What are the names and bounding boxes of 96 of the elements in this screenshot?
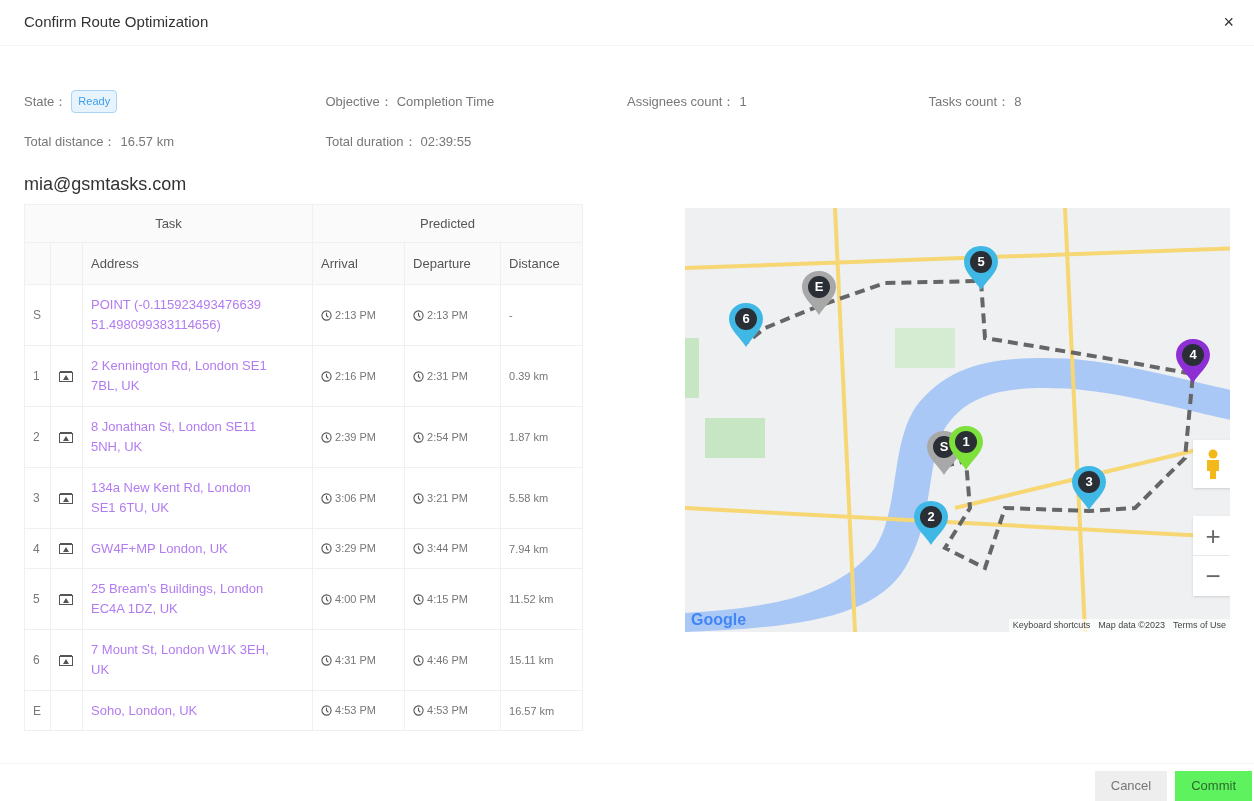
clock-icon [321,370,333,382]
clock-icon [321,543,333,554]
marker-label: 4 [1188,346,1198,365]
marker-label: E [813,278,825,297]
dialog-title: Confirm Route Optimization [24,12,209,33]
clock-icon [413,309,425,321]
address-link[interactable]: 7 Mount St, London W1K 3EH, UK [91,640,305,680]
departure-time: 3:44 PM [427,541,468,557]
arrival-time: 2:39 PM [335,429,376,445]
clock-icon [321,705,333,716]
attribution-link[interactable]: Keyboard shortcuts [1012,618,1091,632]
zoom-in-button[interactable]: + [1193,516,1230,556]
row-index: 5 [33,592,40,606]
address-link[interactable]: 2 Kennington Rd, London SE1 7BL, UK [91,356,305,396]
clock-icon [413,593,425,605]
attribution-link[interactable]: Terms of Use [1173,618,1226,632]
marker-label: 6 [741,310,751,329]
marker-label: 3 [1084,473,1094,492]
departure-time: 4:15 PM [427,591,468,607]
address-link[interactable]: 134a New Kent Rd, London SE1 6TU, UK [91,478,305,518]
address-link[interactable]: POINT (-0.115923493476639 51.498099383114656) [91,295,305,335]
address-link[interactable]: Soho, London, UK [91,700,305,721]
arrival-time: 3:06 PM [335,490,376,506]
distance-value: 5.58 km [509,492,549,504]
park-area [895,328,956,368]
status-badge: Ready [71,90,118,113]
departure-time: 4:53 PM [427,703,468,719]
distance-value: 15.11 km [509,654,554,666]
clock-icon [413,543,425,554]
field-label: Objective： [325,92,393,111]
marker-label: 1 [961,433,971,452]
arrival-time: 2:16 PM [335,368,376,384]
park-area [685,338,700,398]
field-value: 16.57 km [120,132,174,151]
arrival-time: 3:29 PM [335,541,376,557]
departure-time: 4:46 PM [427,652,468,668]
clock-icon [413,705,425,716]
clock-icon [321,309,333,321]
zoom-out-button[interactable]: − [1193,556,1230,596]
assignee-email: mia@gsmtasks.com [23,173,188,196]
field-label: Tasks count： [928,92,1011,111]
clock-icon [321,492,333,504]
clock-icon [413,370,425,382]
arrival-time: 4:31 PM [335,652,376,668]
arrival-time: 4:00 PM [335,591,376,607]
column-header: Distance [500,242,583,285]
field-value: Completion Time [396,92,495,111]
attribution-link[interactable]: Map data ©2023 [1098,618,1165,632]
column-header: Arrival [312,242,405,285]
secondary-button[interactable]: Cancel [1094,771,1168,801]
row-index: 3 [33,491,40,505]
row-index: E [33,703,41,718]
distance-value: 7.94 km [509,542,549,555]
distance-value: 1.87 km [509,431,549,443]
clock-icon [321,654,333,666]
arrival-time: 2:13 PM [335,307,376,323]
departure-time: 2:54 PM [427,429,468,445]
row-index: 4 [33,541,40,556]
clock-icon [321,593,333,605]
row-index: 1 [33,369,40,383]
distance-value: 11.52 km [509,593,554,605]
arrival-time: 4:53 PM [335,703,376,719]
primary-button[interactable]: Commit [1175,771,1252,801]
departure-time: 2:13 PM [427,307,468,323]
column-header: Departure [404,242,501,285]
distance-value: - [509,309,513,321]
row-index: S [33,308,41,322]
clock-icon [321,431,333,443]
column-group-header: Predicted [312,204,583,243]
distance-value: 0.39 km [509,370,549,382]
clock-icon [413,654,425,666]
field-label: Total distance： [24,132,117,151]
field-label: Total duration： [325,132,417,151]
map-logo: Google [691,610,747,630]
field-value: 1 [739,92,747,111]
field-value: 8 [1014,92,1022,111]
marker-label: 2 [926,508,936,527]
park-area [705,418,766,458]
address-link[interactable]: 8 Jonathan St, London SE11 5NH, UK [91,417,305,457]
clock-icon [413,492,425,504]
row-index: 6 [33,653,40,667]
column-group-header: Task [24,204,313,243]
address-link[interactable]: 25 Bream's Buildings, London EC4A 1DZ, UK [91,579,305,619]
field-label: State： [24,92,68,111]
departure-time: 2:31 PM [427,368,468,384]
marker-label: S [938,438,950,457]
marker-label: 5 [976,253,986,272]
column-header: Address [82,242,313,285]
field-label: Assignees count： [627,92,736,111]
row-index: 2 [33,430,40,444]
address-link[interactable]: GW4F+MP London, UK [91,538,305,559]
distance-value: 16.57 km [509,704,555,717]
clock-icon [413,431,425,443]
departure-time: 3:21 PM [427,490,468,506]
field-value: 02:39:55 [420,132,472,151]
close-button[interactable]: × [1219,9,1238,36]
